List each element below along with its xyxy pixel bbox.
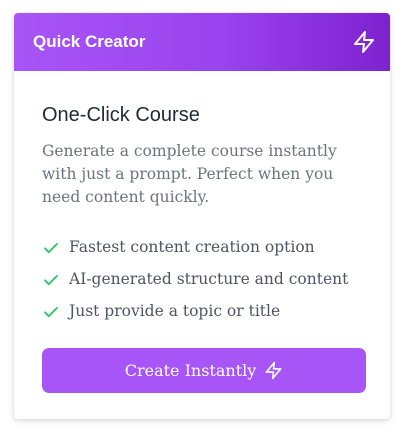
- card-body: One-Click Course Generate a complete cou…: [14, 71, 390, 419]
- card-header: Quick Creator: [14, 13, 390, 71]
- quick-creator-card: Quick Creator One-Click Course Generate …: [14, 13, 390, 419]
- feature-text: AI-generated structure and content: [69, 270, 349, 288]
- check-icon: [44, 306, 58, 318]
- feature-text: Fastest content creation option: [69, 238, 315, 256]
- course-title: One-Click Course: [42, 104, 200, 126]
- card-header-title: Quick Creator: [33, 32, 146, 51]
- check-icon: [44, 242, 58, 254]
- course-description: Generate a complete course instantly wit…: [42, 142, 337, 206]
- lightning-bolt-icon: [354, 31, 374, 53]
- feature-text: Just provide a topic or title: [69, 302, 281, 320]
- create-instantly-button[interactable]: Create Instantly: [42, 348, 366, 393]
- lightning-bolt-icon: [265, 361, 282, 380]
- check-icon: [44, 274, 58, 286]
- create-instantly-label: Create Instantly: [124, 360, 257, 380]
